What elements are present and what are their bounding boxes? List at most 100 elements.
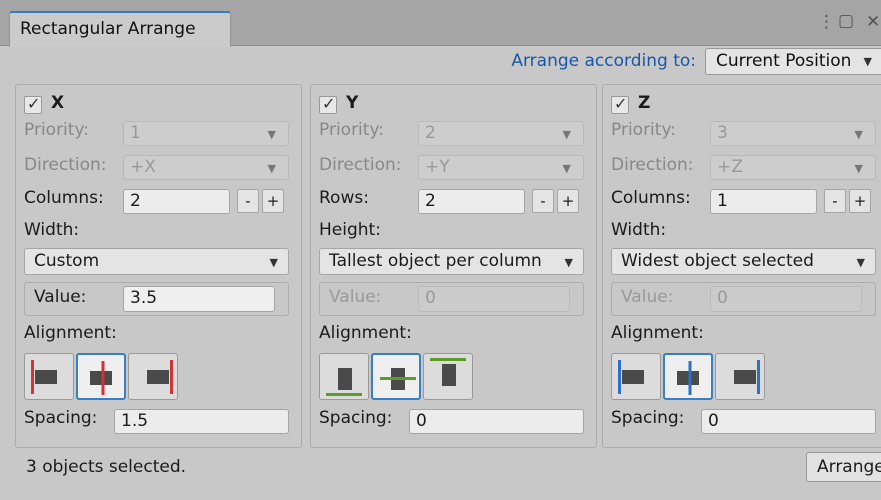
align-min-button[interactable]: [24, 353, 74, 400]
more-options-icon[interactable]: ⋮: [818, 12, 835, 32]
chevron-down-icon: ▼: [562, 128, 571, 141]
spacing-label: Spacing:: [24, 408, 98, 428]
size-label: Height:: [319, 220, 381, 240]
arrange-button[interactable]: Arrange: [806, 452, 881, 482]
priority-dropdown: 1 ▼: [123, 121, 289, 146]
priority-label: Priority:: [24, 120, 89, 140]
priority-dropdown: 3 ▼: [710, 121, 876, 146]
chevron-down-icon: ▼: [854, 162, 863, 175]
size-mode-value: Widest object selected: [621, 251, 814, 271]
size-mode-dropdown[interactable]: Tallest object per column ▼: [319, 248, 584, 275]
align-min-button[interactable]: [319, 353, 369, 400]
value-label: Value:: [34, 287, 87, 307]
priority-value: 1: [130, 123, 141, 143]
value-field: 0: [710, 286, 862, 312]
size-mode-dropdown[interactable]: Custom ▼: [24, 248, 289, 275]
axis-z-checkbox[interactable]: ✓: [611, 94, 629, 114]
value-label: Value:: [329, 287, 382, 307]
direction-label: Direction:: [319, 155, 402, 175]
size-label: Width:: [24, 220, 80, 240]
spacing-value: 0: [416, 411, 427, 431]
align-max-button[interactable]: [128, 353, 178, 400]
value-text: 3.5: [130, 288, 158, 308]
checkmark-icon: ✓: [27, 94, 41, 113]
arrange-mode-value: Current Position: [716, 51, 852, 71]
value-text: 0: [425, 288, 436, 308]
priority-label: Priority:: [319, 120, 384, 140]
size-mode-value: Tallest object per column: [329, 251, 542, 271]
checkmark-icon: ✓: [322, 94, 336, 113]
direction-value: +Z: [717, 157, 743, 177]
count-field[interactable]: 2: [123, 189, 230, 214]
align-center-button[interactable]: [76, 353, 126, 400]
value-group: Value: 0: [319, 282, 584, 316]
align-center-button[interactable]: [663, 353, 713, 400]
chevron-down-icon: ▼: [269, 256, 278, 269]
direction-value: +Y: [425, 157, 450, 177]
count-label: Columns:: [24, 188, 104, 208]
direction-dropdown: +X ▼: [123, 155, 289, 180]
alignment-label: Alignment:: [24, 323, 117, 343]
align-center-button[interactable]: [371, 353, 421, 400]
spacing-field[interactable]: 0: [701, 409, 876, 434]
value-field: 0: [418, 286, 570, 312]
size-mode-dropdown[interactable]: Widest object selected ▼: [611, 248, 876, 275]
checkmark-icon: ✓: [614, 94, 628, 113]
spacing-field[interactable]: 0: [409, 409, 584, 434]
value-text: 0: [717, 288, 728, 308]
increment-button[interactable]: +: [557, 189, 579, 213]
decrement-button[interactable]: -: [237, 189, 259, 213]
count-field[interactable]: 2: [418, 189, 525, 214]
count-field[interactable]: 1: [710, 189, 817, 214]
priority-value: 2: [425, 123, 436, 143]
selection-status: 3 objects selected.: [26, 457, 187, 477]
priority-dropdown: 2 ▼: [418, 121, 584, 146]
align-max-button[interactable]: [715, 353, 765, 400]
axis-x-checkbox[interactable]: ✓: [24, 94, 42, 114]
arrange-mode-dropdown[interactable]: Current Position ▼: [705, 48, 881, 75]
chevron-down-icon: ▼: [863, 55, 872, 68]
spacing-value: 1.5: [121, 411, 149, 431]
spacing-label: Spacing:: [611, 408, 685, 428]
maximize-icon[interactable]: ▢: [838, 11, 854, 31]
size-label: Width:: [611, 220, 667, 240]
size-mode-value: Custom: [34, 251, 100, 271]
alignment-label: Alignment:: [611, 323, 704, 343]
decrement-button[interactable]: -: [532, 189, 554, 213]
axis-z-title: Z: [638, 93, 651, 113]
value-label: Value:: [621, 287, 674, 307]
count-label: Rows:: [319, 188, 369, 208]
tab-rectangular-arrange[interactable]: Rectangular Arrange: [9, 11, 231, 47]
value-group: Value: 3.5: [24, 282, 289, 316]
priority-label: Priority:: [611, 120, 676, 140]
direction-value: +X: [130, 157, 156, 177]
increment-button[interactable]: +: [849, 189, 871, 213]
direction-dropdown: +Z ▼: [710, 155, 876, 180]
chevron-down-icon: ▼: [267, 162, 276, 175]
count-label: Columns:: [611, 188, 691, 208]
axis-panel-y: ✓ Y Priority: 2 ▼ Direction: +Y ▼ Rows: …: [310, 84, 597, 448]
direction-label: Direction:: [611, 155, 694, 175]
title-bar: Rectangular Arrange ⋮ ▢ ✕: [0, 0, 881, 47]
spacing-field[interactable]: 1.5: [114, 409, 289, 434]
arrange-according-label: Arrange according to:: [511, 51, 696, 71]
chevron-down-icon: ▼: [564, 256, 573, 269]
axis-panel-x: ✓ X Priority: 1 ▼ Direction: +X ▼ Column…: [15, 84, 302, 448]
close-icon[interactable]: ✕: [866, 12, 880, 32]
alignment-label: Alignment:: [319, 323, 412, 343]
axis-x-title: X: [51, 93, 65, 113]
increment-button[interactable]: +: [262, 189, 284, 213]
priority-value: 3: [717, 123, 728, 143]
chevron-down-icon: ▼: [562, 162, 571, 175]
value-group: Value: 0: [611, 282, 876, 316]
axis-y-title: Y: [346, 93, 359, 113]
align-min-button[interactable]: [611, 353, 661, 400]
count-value: 2: [130, 191, 141, 211]
chevron-down-icon: ▼: [267, 128, 276, 141]
chevron-down-icon: ▼: [856, 256, 865, 269]
axis-y-checkbox[interactable]: ✓: [319, 94, 337, 114]
align-max-button[interactable]: [423, 353, 473, 400]
count-value: 2: [425, 191, 436, 211]
decrement-button[interactable]: -: [824, 189, 846, 213]
value-field[interactable]: 3.5: [123, 286, 275, 312]
